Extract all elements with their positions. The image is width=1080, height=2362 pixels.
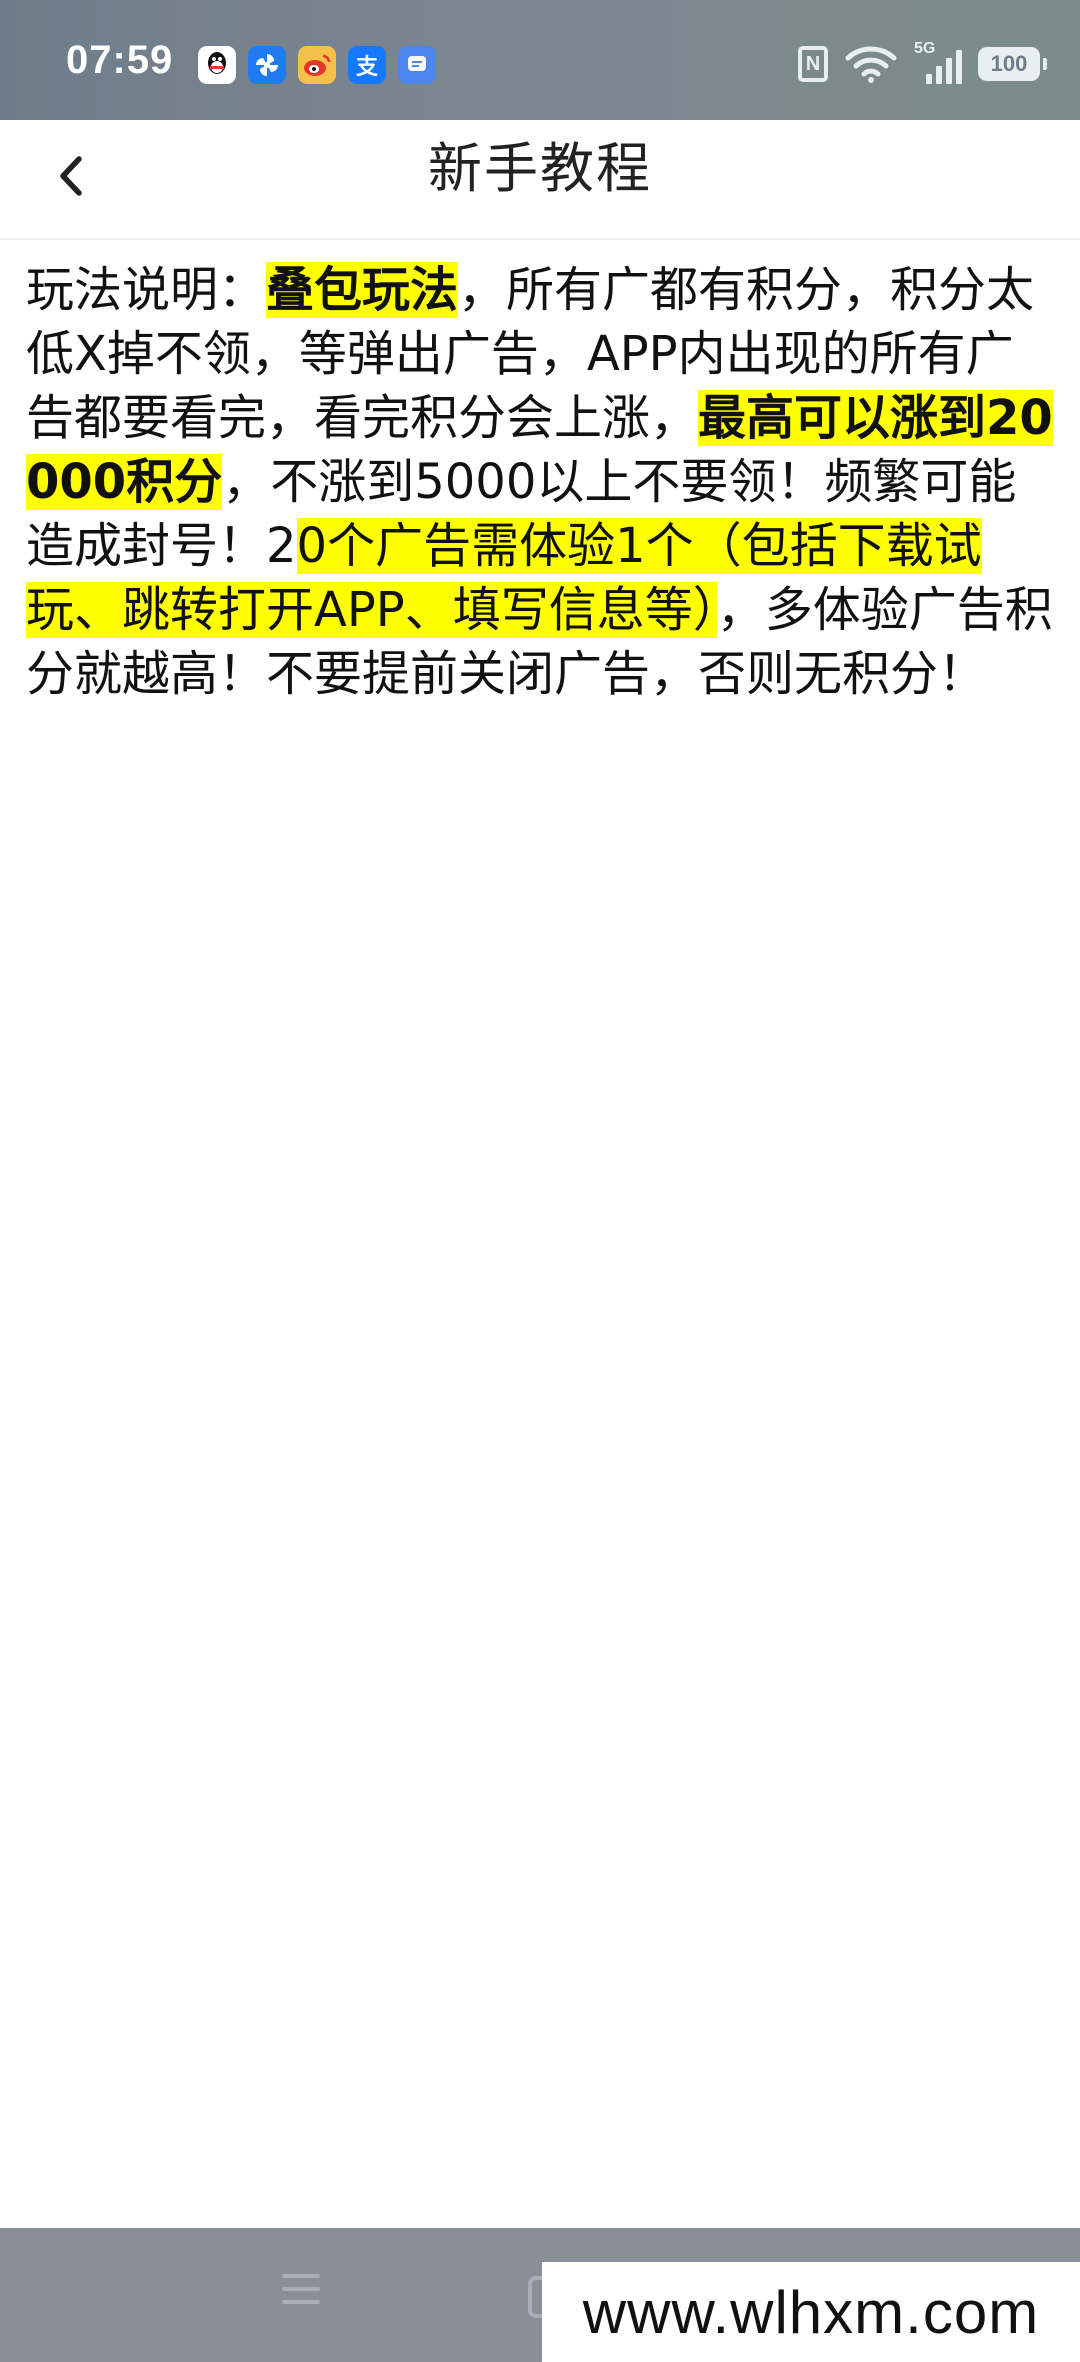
back-button[interactable] [30,136,110,216]
tutorial-text: 玩法说明：叠包玩法，所有广都有积分，积分太低X掉不领，等弹出广告，APP内出现的… [26,258,1056,706]
page-title: 新手教程 [428,137,652,200]
nfc-icon: N [798,46,828,82]
chevron-left-icon [60,156,82,196]
message-app-icon [398,46,436,84]
status-bar: 07:59 支 N 5G 100 [0,0,1080,120]
cellular-signal-icon: 5G [914,40,962,84]
alipay-icon: 支 [348,46,386,84]
qq-icon [198,46,236,84]
status-indicators: N 5G 100 [798,40,1047,84]
app-header: 新手教程 [0,120,1080,240]
recent-apps-icon[interactable] [282,2274,320,2313]
wifi-icon [845,46,897,83]
pinwheel-app-icon [248,46,286,84]
battery-icon: 100 [978,47,1047,81]
status-time: 07:59 [66,38,174,82]
notification-icons: 支 [198,46,436,84]
text-segment: 玩法说明： [26,262,267,318]
watermark: www.wlhxm.com [542,2262,1080,2362]
highlighted-text-segment: 叠包玩法 [266,262,459,318]
weibo-icon [298,46,336,84]
